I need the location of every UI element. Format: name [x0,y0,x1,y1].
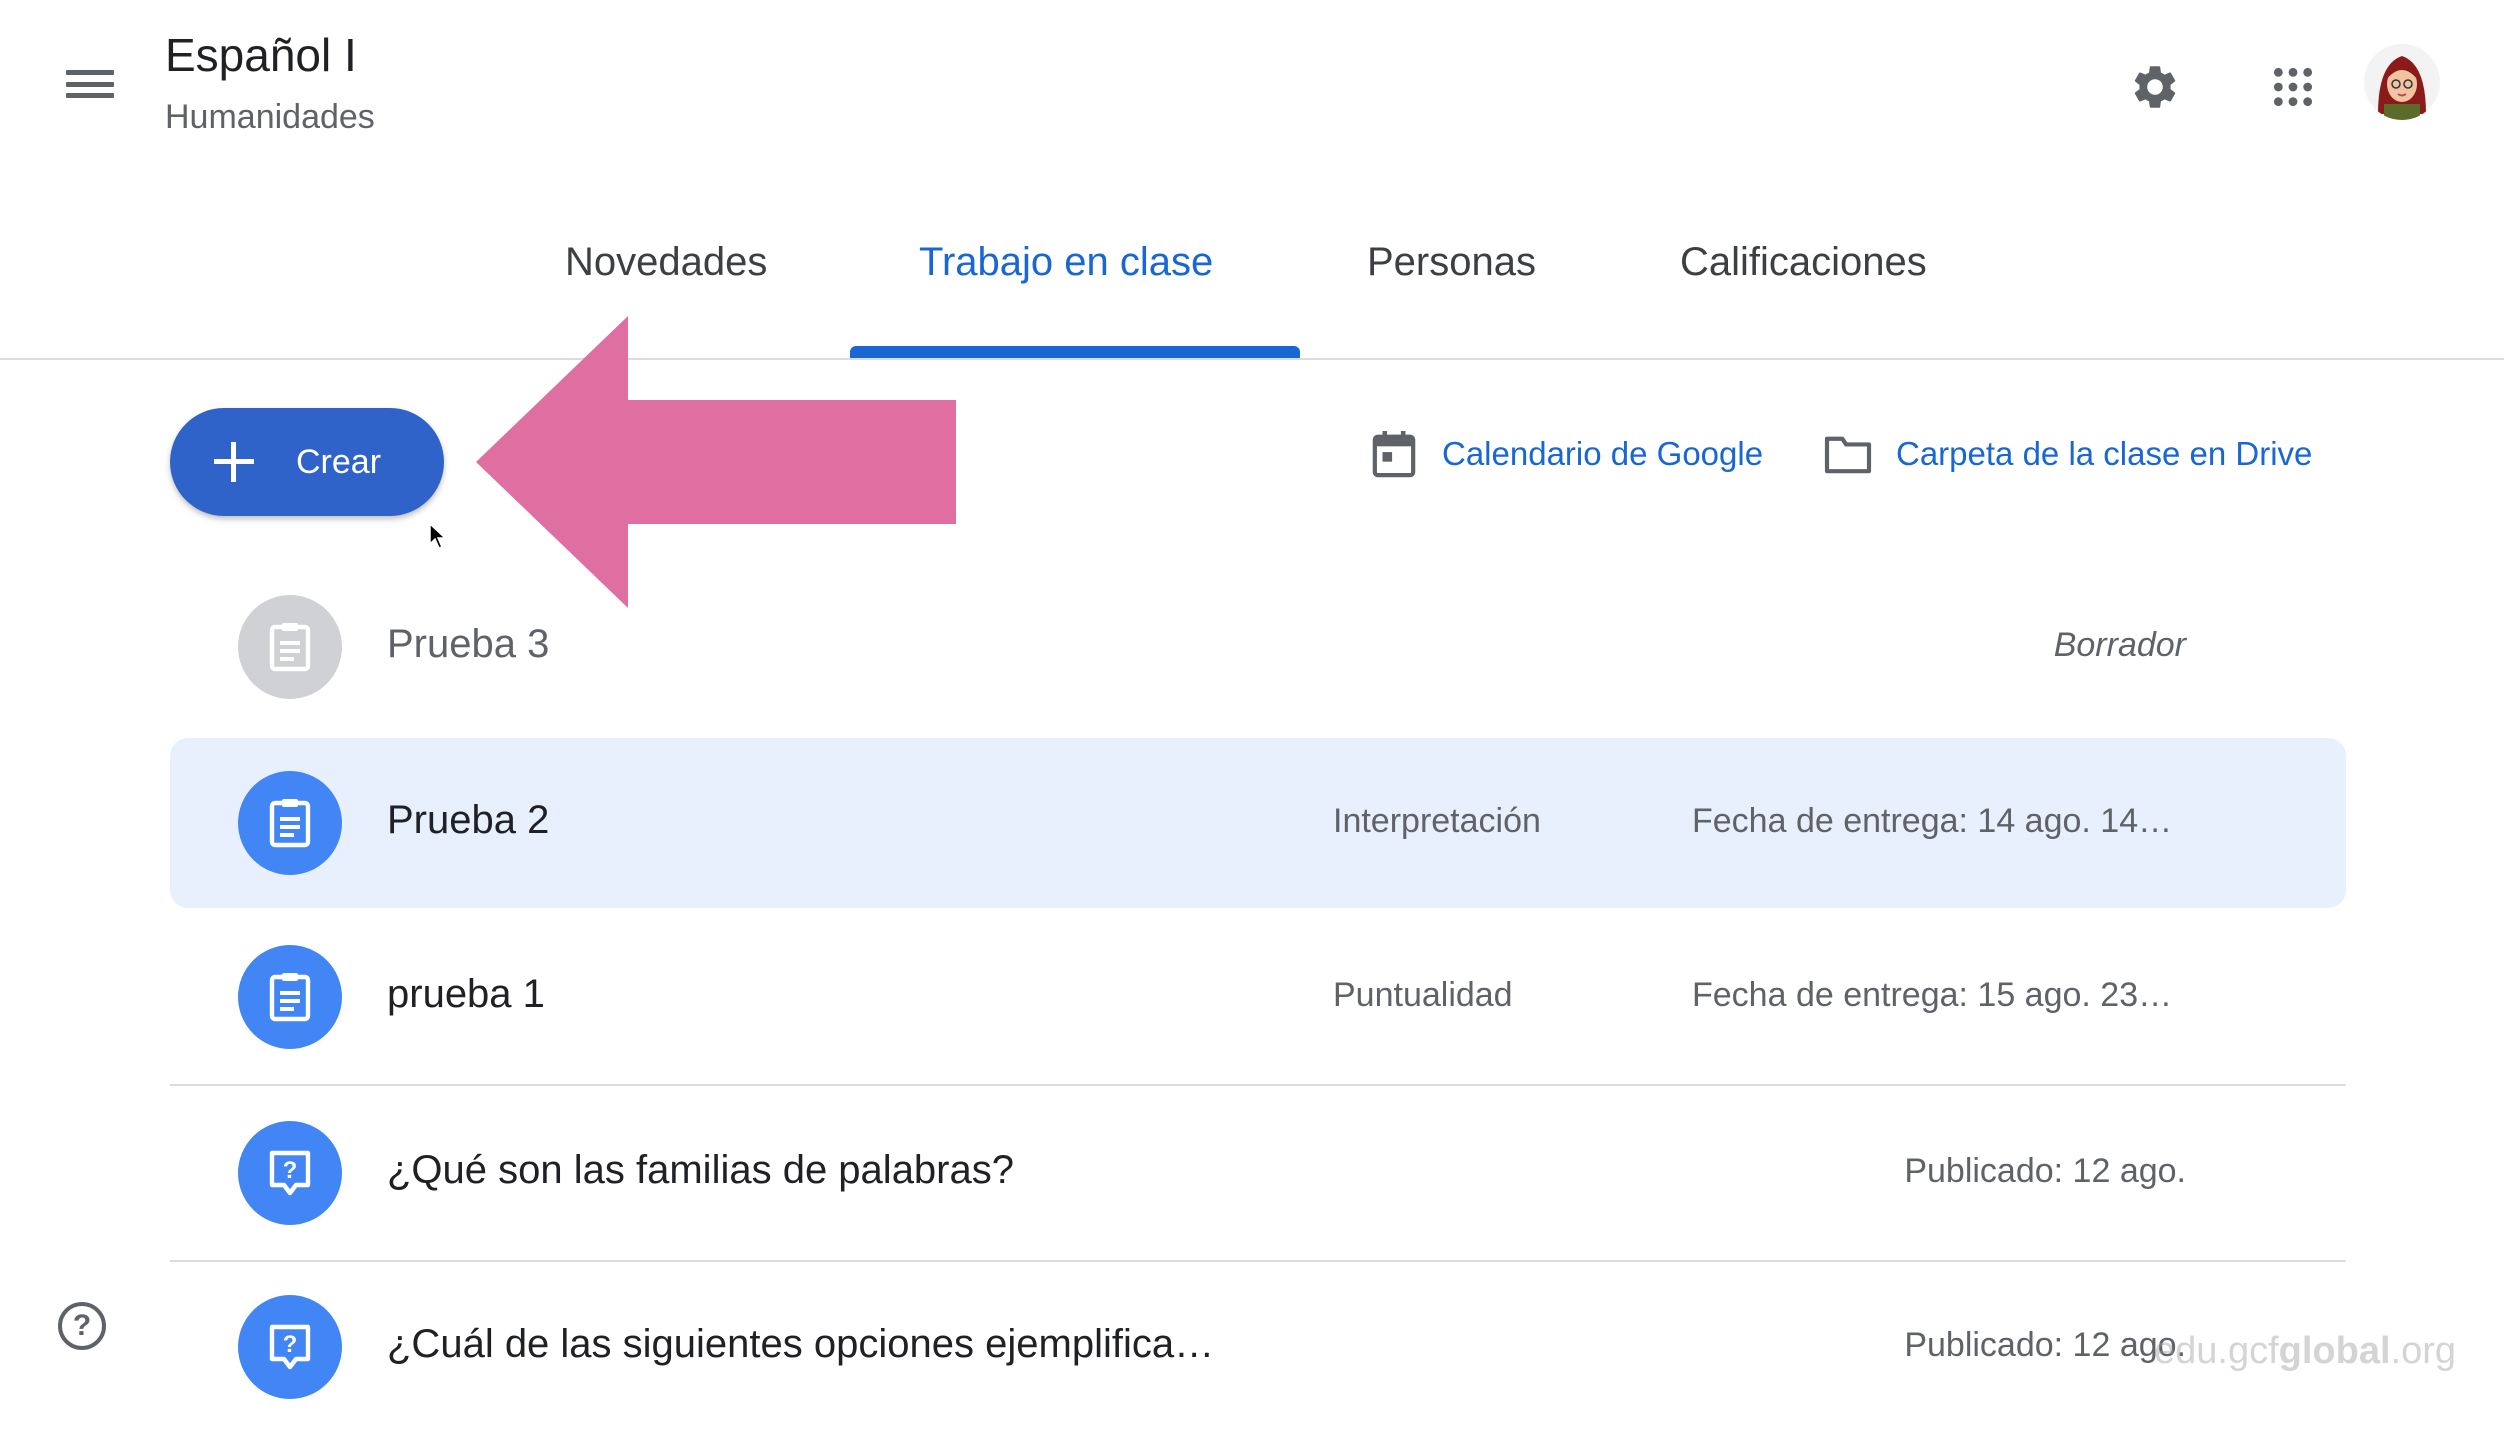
tab-personas[interactable]: Personas [1367,240,1536,285]
mouse-cursor-icon [429,522,447,549]
item-title: Prueba 3 [387,622,550,666]
list-item-prueba-1[interactable]: prueba 1 Puntualidad Fecha de entrega: 1… [170,912,2346,1082]
question-icon: ? [238,1295,342,1399]
hamburger-menu-icon[interactable] [62,60,118,108]
folder-icon [1822,428,1874,480]
apps-grid-icon[interactable] [2258,52,2328,122]
item-topic: Interpretación [1333,802,1541,840]
item-due-date: Fecha de entrega: 14 ago. 14… [1692,802,2173,840]
tabs-divider [0,358,2504,360]
google-calendar-link[interactable]: Calendario de Google [1368,422,1763,486]
class-subtitle: Humanidades [165,98,375,136]
list-item-prueba-3[interactable]: Prueba 3 Borrador [170,562,2346,732]
list-item-question-opciones[interactable]: ? ¿Cuál de las siguientes opciones ejemp… [170,1262,2346,1432]
item-title: ¿Qué son las familias de palabras? [387,1148,1014,1192]
list-item-prueba-2[interactable]: Prueba 2 Interpretación Fecha de entrega… [170,738,2346,908]
item-status: Borrador [2053,626,2186,664]
create-button[interactable]: Crear [170,408,444,516]
create-button-label: Crear [296,442,382,481]
watermark: edu.gcfglobal.org [2154,1330,2457,1372]
plus-icon [212,440,256,484]
question-icon: ? [238,1121,342,1225]
tab-calificaciones[interactable]: Calificaciones [1680,240,1927,285]
assignment-icon [238,945,342,1049]
user-avatar[interactable] [2364,44,2440,120]
class-title[interactable]: Español I [165,28,357,82]
assignment-icon [238,595,342,699]
item-title: Prueba 2 [387,798,550,842]
item-title: ¿Cuál de las siguientes opciones ejempli… [387,1322,1215,1366]
svg-text:?: ? [283,1157,298,1184]
svg-text:?: ? [283,1331,298,1358]
item-published: Publicado: 12 ago. [1904,1326,2186,1364]
item-due-date: Fecha de entrega: 15 ago. 23… [1692,976,2173,1014]
assignment-icon [238,771,342,875]
class-drive-folder-link[interactable]: Carpeta de la clase en Drive [1822,422,2312,486]
help-icon[interactable]: ? [58,1302,106,1350]
tab-novedades[interactable]: Novedades [565,240,767,285]
calendar-icon [1368,428,1420,480]
list-item-question-familias[interactable]: ? ¿Qué son las familias de palabras? Pub… [170,1088,2346,1258]
class-drive-folder-label: Carpeta de la clase en Drive [1896,435,2313,472]
item-topic: Puntualidad [1333,976,1513,1014]
gear-icon[interactable] [2120,52,2190,122]
list-divider [170,1084,2346,1086]
google-calendar-label: Calendario de Google [1442,435,1764,472]
tab-trabajo-en-clase[interactable]: Trabajo en clase [919,240,1213,285]
item-published: Publicado: 12 ago. [1904,1152,2186,1190]
item-title: prueba 1 [387,972,545,1016]
